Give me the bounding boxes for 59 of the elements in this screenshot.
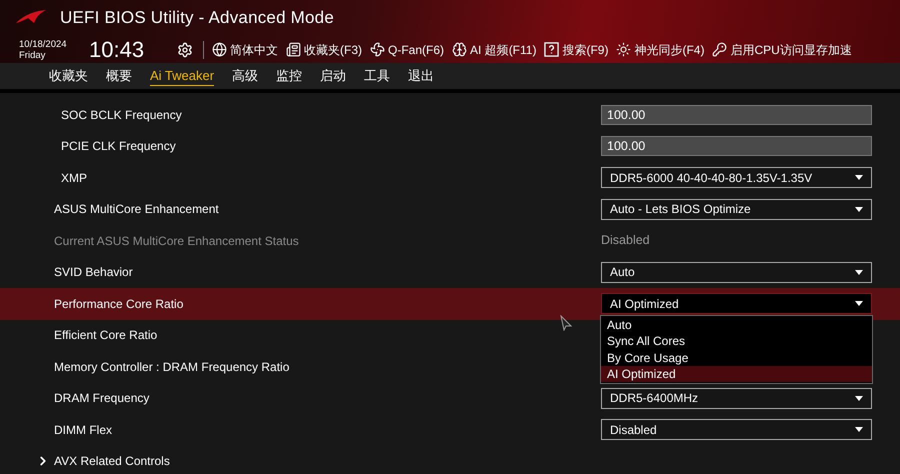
- setting-label: Efficient Core Ratio: [54, 327, 158, 344]
- key-icon: [712, 42, 728, 57]
- setting-label: DRAM Frequency: [54, 390, 150, 408]
- setting-label: ASUS MultiCore Enhancement: [54, 201, 219, 218]
- caret-icon: [855, 175, 863, 180]
- caret-icon: [855, 301, 863, 306]
- toolbar-button[interactable]: 启用CPU访问显存加速: [712, 40, 852, 58]
- window-title: UEFI BIOS Utility - Advanced Mode: [60, 7, 334, 30]
- menu-tab[interactable]: 高级: [232, 66, 258, 86]
- fan-icon: [370, 42, 385, 57]
- setting-label: Performance Core Ratio: [54, 296, 184, 313]
- brain-icon: [452, 42, 468, 57]
- dropdown-option[interactable]: Auto: [601, 317, 872, 334]
- caret-icon: [855, 427, 863, 432]
- menu-tab[interactable]: 退出: [408, 66, 434, 86]
- setting-label: XMP: [61, 170, 88, 187]
- setting-label: Current ASUS MultiCore Enhancement Status: [54, 232, 299, 250]
- settings-icon[interactable]: [177, 42, 193, 58]
- menu-tab[interactable]: 概要: [106, 66, 132, 86]
- status-value: Disabled: [601, 232, 650, 250]
- menu-tab[interactable]: Ai Tweaker: [150, 66, 214, 86]
- value-field[interactable]: 100.00: [601, 136, 872, 156]
- caret-icon: [855, 206, 863, 212]
- toolbar-button[interactable]: Q-Fan(F6): [370, 40, 444, 58]
- value-field[interactable]: 100.00: [601, 104, 872, 125]
- dropdown-select[interactable]: AI Optimized: [601, 293, 872, 314]
- date-text: 10/18/2024: [19, 38, 68, 50]
- toolbar-button[interactable]: 神光同步(F4): [616, 40, 704, 58]
- dropdown-option[interactable]: AI Optimized: [601, 366, 872, 382]
- help-icon: [544, 42, 560, 57]
- menu-tab[interactable]: 收藏夹: [49, 66, 88, 86]
- setting-label: AVX Related Controls: [54, 453, 170, 470]
- caret-icon: [855, 396, 863, 401]
- dropdown-option[interactable]: By Core Usage: [601, 350, 872, 366]
- dropdown-select[interactable]: Auto - Lets BIOS Optimize: [601, 198, 872, 220]
- dropdown-select[interactable]: DDR5-6000 40-40-40-80-1.35V-1.35V: [601, 167, 872, 188]
- toolbar-button[interactable]: AI 超频(F11): [452, 40, 536, 58]
- list-icon: [286, 42, 301, 57]
- dropdown-select[interactable]: Auto: [601, 262, 872, 283]
- setting-label: SVID Behavior: [54, 264, 133, 282]
- menu-tab[interactable]: 监控: [276, 66, 302, 86]
- toolbar-button[interactable]: 简体中文: [212, 40, 278, 58]
- globe-icon: [212, 42, 227, 57]
- mouse-cursor-icon: [560, 315, 572, 331]
- day-text: Friday: [19, 50, 46, 60]
- dropdown-option[interactable]: Sync All Cores: [601, 333, 872, 350]
- dropdown-select[interactable]: DDR5-6400MHz: [601, 388, 872, 409]
- setting-label: DIMM Flex: [54, 422, 112, 439]
- clock-time: 10:43: [89, 36, 146, 64]
- toolbar-button[interactable]: 搜索(F9): [544, 40, 608, 58]
- caret-icon: [855, 270, 863, 275]
- toolbar-button[interactable]: 收藏夹(F3): [286, 40, 362, 58]
- dropdown-select[interactable]: Disabled: [601, 419, 872, 440]
- sun-icon: [616, 42, 632, 57]
- setting-label: Memory Controller : DRAM Frequency Ratio: [54, 358, 290, 376]
- menu-tab[interactable]: 启动: [320, 66, 346, 86]
- setting-label: SOC BCLK Frequency: [61, 106, 182, 124]
- menu-tab[interactable]: 工具: [364, 66, 390, 86]
- setting-label: PCIE CLK Frequency: [61, 138, 176, 156]
